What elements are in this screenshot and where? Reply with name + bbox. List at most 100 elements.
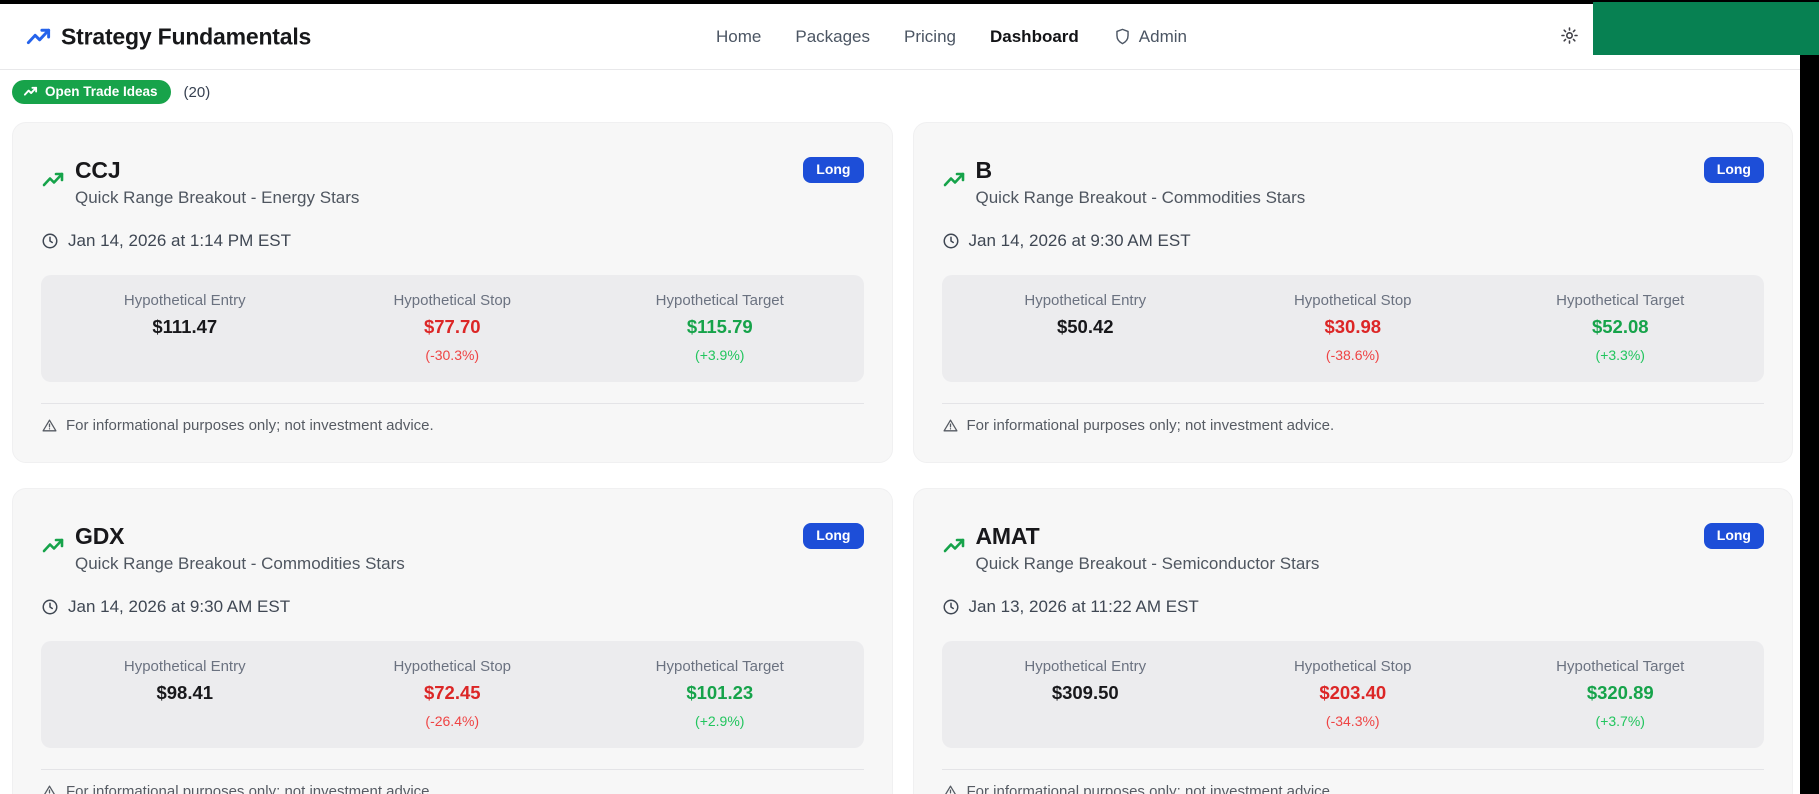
entry-value: $111.47: [152, 316, 218, 337]
stat-label: Hypothetical Entry: [1024, 658, 1147, 675]
stat-stop: Hypothetical Stop $203.40 (-34.3%): [1219, 658, 1487, 729]
trade-datetime: Jan 14, 2026 at 9:30 AM EST: [968, 231, 1191, 250]
trade-ideas-count: (20): [183, 83, 211, 101]
clock-icon: [942, 598, 960, 616]
nav-item-admin[interactable]: Admin: [1113, 27, 1187, 47]
card-title-group: GDX Quick Range Breakout - Commodities S…: [41, 523, 405, 574]
date-row: Jan 13, 2026 at 11:22 AM EST: [942, 597, 1765, 617]
trade-datetime: Jan 13, 2026 at 11:22 AM EST: [968, 597, 1199, 616]
sun-icon: [1560, 26, 1579, 48]
clock-icon: [942, 232, 960, 250]
shield-icon: [1113, 27, 1132, 46]
stat-entry: Hypothetical Entry $50.42: [952, 292, 1220, 363]
nav-item-pricing[interactable]: Pricing: [904, 27, 956, 47]
date-row: Jan 14, 2026 at 1:14 PM EST: [41, 231, 864, 251]
card-title-group: CCJ Quick Range Breakout - Energy Stars: [41, 157, 359, 208]
trade-datetime: Jan 14, 2026 at 9:30 AM EST: [68, 597, 291, 616]
navbar: Strategy Fundamentals Home Packages Pric…: [0, 4, 1800, 70]
stat-entry: Hypothetical Entry $309.50: [952, 658, 1220, 729]
stat-entry: Hypothetical Entry $111.47: [51, 292, 319, 363]
stat-stop: Hypothetical Stop $72.45 (-26.4%): [319, 658, 587, 729]
warning-triangle-icon: [41, 417, 58, 434]
stop-value: $72.45: [423, 682, 481, 703]
stat-target: Hypothetical Target $101.23 (+2.9%): [586, 658, 854, 729]
screenshot-root: Strategy Fundamentals Home Packages Pric…: [0, 0, 1819, 794]
disclaimer-text: For informational purposes only; not inv…: [66, 783, 434, 794]
direction-badge: Long: [1703, 523, 1764, 549]
trade-idea-card[interactable]: CCJ Quick Range Breakout - Energy Stars …: [12, 122, 893, 463]
stats-box: Hypothetical Entry $309.50 Hypothetical …: [941, 641, 1764, 748]
card-header: CCJ Quick Range Breakout - Energy Stars …: [41, 157, 864, 208]
card-divider: [941, 403, 1764, 404]
disclaimer-text: For informational purposes only; not inv…: [966, 783, 1335, 794]
stat-label: Hypothetical Target: [655, 292, 784, 309]
stat-target: Hypothetical Target $115.79 (+3.9%): [586, 292, 854, 363]
ticker-symbol: AMAT: [975, 523, 1040, 549]
stats-box: Hypothetical Entry $111.47 Hypothetical …: [41, 275, 864, 382]
trending-up-icon: [942, 534, 966, 574]
open-trade-ideas-label: Open Trade Ideas: [45, 84, 158, 99]
ticker-symbol: B: [975, 157, 993, 183]
target-value: $52.08: [1591, 316, 1649, 337]
header-green-button[interactable]: [1593, 2, 1819, 55]
stat-target: Hypothetical Target $52.08 (+3.3%): [1487, 292, 1755, 363]
target-percent: (+3.7%): [1595, 713, 1645, 729]
stat-entry: Hypothetical Entry $98.41: [51, 658, 319, 729]
stop-value: $77.70: [423, 316, 481, 337]
stats-box: Hypothetical Entry $50.42 Hypothetical S…: [941, 275, 1764, 382]
theme-toggle-button[interactable]: [1554, 22, 1584, 52]
nav-item-admin-label: Admin: [1138, 26, 1187, 46]
trade-idea-card[interactable]: B Quick Range Breakout - Commodities Sta…: [912, 122, 1793, 463]
card-divider: [41, 403, 864, 404]
trade-datetime: Jan 14, 2026 at 1:14 PM EST: [68, 231, 292, 250]
disclaimer-row: For informational purposes only; not inv…: [942, 417, 1765, 434]
card-header: AMAT Quick Range Breakout - Semiconducto…: [942, 523, 1764, 574]
disclaimer-row: For informational purposes only; not inv…: [41, 783, 864, 794]
card-title-group: AMAT Quick Range Breakout - Semiconducto…: [942, 523, 1320, 574]
stop-value: $203.40: [1319, 682, 1387, 703]
disclaimer-text: For informational purposes only; not inv…: [66, 417, 434, 434]
trending-up-icon: [23, 84, 38, 99]
brand-link[interactable]: Strategy Fundamentals: [25, 23, 311, 50]
card-divider: [941, 769, 1764, 770]
stat-stop: Hypothetical Stop $30.98 (-38.6%): [1219, 292, 1487, 363]
card-title-group: B Quick Range Breakout - Commodities Sta…: [942, 157, 1306, 208]
stop-percent: (-34.3%): [1325, 713, 1380, 729]
stop-percent: (-38.6%): [1325, 347, 1380, 363]
target-value: $115.79: [686, 316, 753, 337]
direction-badge: Long: [1703, 157, 1764, 183]
stat-target: Hypothetical Target $320.89 (+3.7%): [1487, 658, 1755, 729]
open-trade-ideas-badge[interactable]: Open Trade Ideas: [12, 80, 171, 104]
strategy-name: Quick Range Breakout - Commodities Stars: [975, 188, 1306, 207]
entry-value: $309.50: [1051, 682, 1119, 703]
page-title: Strategy Fundamentals: [61, 23, 312, 49]
stat-label: Hypothetical Target: [1556, 658, 1685, 675]
clock-icon: [41, 232, 59, 250]
trade-ideas-grid: CCJ Quick Range Breakout - Energy Stars …: [12, 122, 1793, 794]
date-row: Jan 14, 2026 at 9:30 AM EST: [942, 231, 1765, 251]
stat-label: Hypothetical Target: [1556, 292, 1685, 309]
trade-idea-card[interactable]: AMAT Quick Range Breakout - Semiconducto…: [912, 488, 1793, 794]
trending-up-icon: [942, 168, 966, 208]
disclaimer-row: For informational purposes only; not inv…: [41, 417, 864, 434]
nav-item-dashboard[interactable]: Dashboard: [990, 27, 1079, 47]
strategy-name: Quick Range Breakout - Semiconductor Sta…: [975, 554, 1320, 573]
target-percent: (+3.3%): [1595, 347, 1645, 363]
stop-percent: (-30.3%): [425, 347, 480, 363]
target-percent: (+3.9%): [695, 347, 745, 363]
stat-label: Hypothetical Stop: [393, 658, 512, 675]
card-divider: [41, 769, 864, 770]
direction-badge: Long: [803, 523, 864, 549]
ticker-symbol: GDX: [75, 523, 125, 549]
disclaimer-row: For informational purposes only; not inv…: [942, 783, 1765, 794]
nav-item-packages[interactable]: Packages: [795, 27, 870, 47]
stat-stop: Hypothetical Stop $77.70 (-30.3%): [319, 292, 587, 363]
card-header: GDX Quick Range Breakout - Commodities S…: [41, 523, 864, 574]
trending-up-icon: [41, 534, 65, 574]
clock-icon: [41, 598, 59, 616]
target-value: $320.89: [1586, 682, 1654, 703]
stat-label: Hypothetical Entry: [123, 292, 246, 309]
strategy-name: Quick Range Breakout - Energy Stars: [75, 188, 360, 207]
nav-item-home[interactable]: Home: [716, 27, 761, 47]
trade-idea-card[interactable]: GDX Quick Range Breakout - Commodities S…: [12, 488, 893, 794]
